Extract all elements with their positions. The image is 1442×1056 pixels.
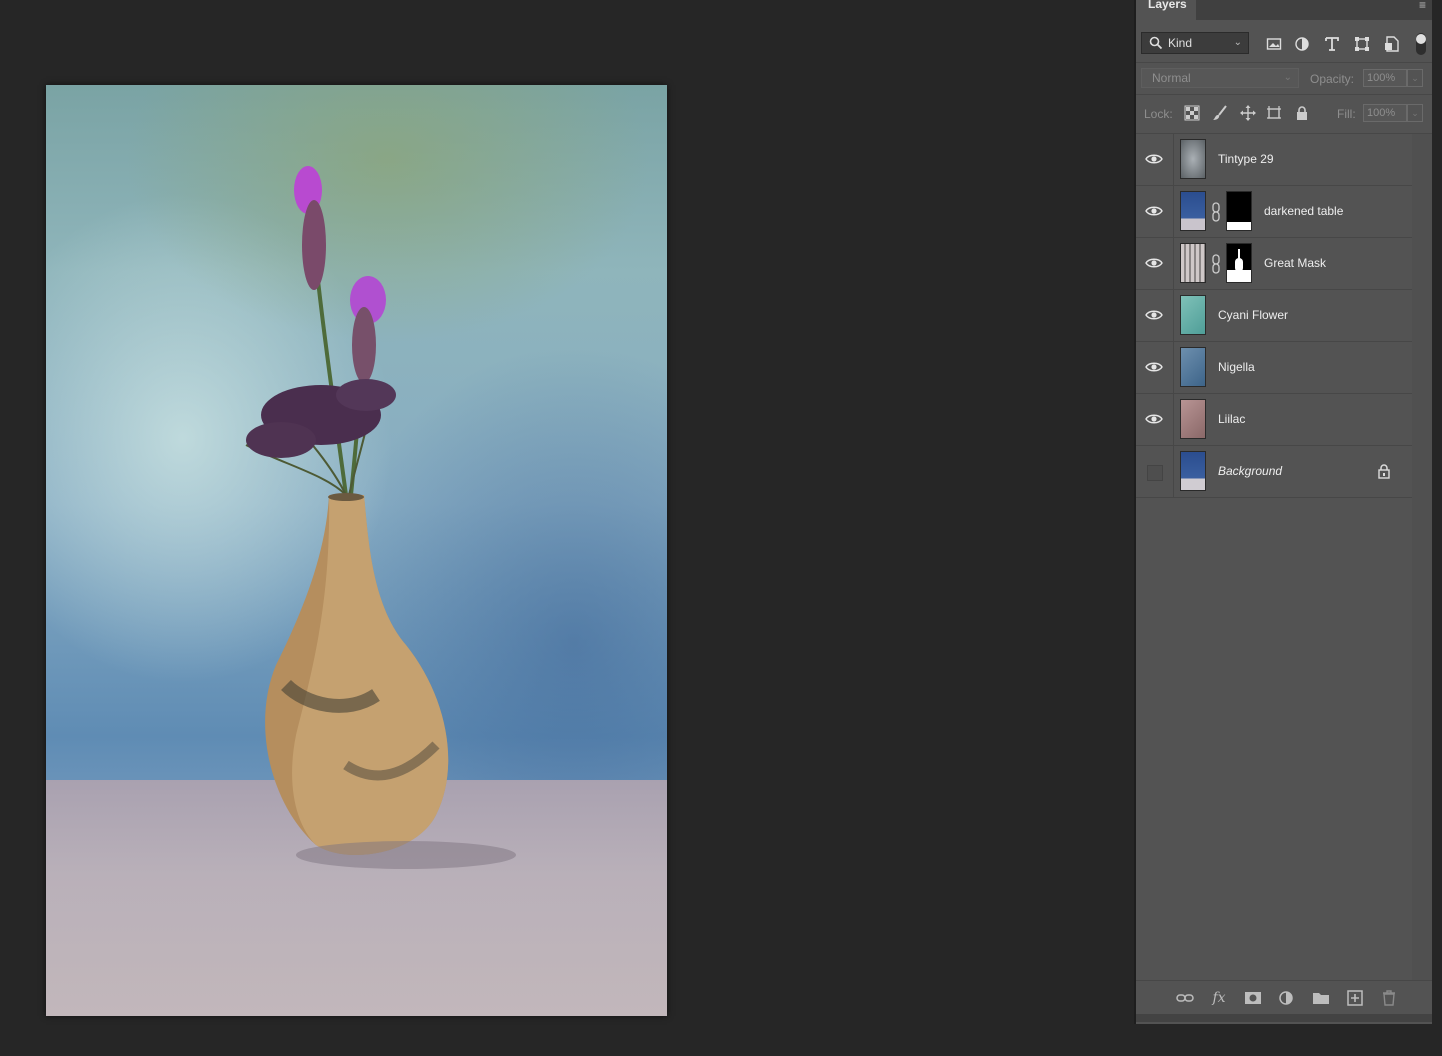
opacity-field[interactable]: 100%: [1363, 69, 1407, 87]
layer-mask-thumbnail[interactable]: [1226, 243, 1252, 283]
adjustment-filter-icon[interactable]: [1294, 36, 1310, 52]
mask-link-icon[interactable]: [1209, 201, 1223, 223]
layer-name: Great Mask: [1264, 256, 1327, 270]
lock-label: Lock:: [1144, 107, 1173, 121]
layer-thumbnail: [1180, 243, 1206, 283]
adjustment-layer-icon[interactable]: [1278, 990, 1296, 1006]
new-layer-icon[interactable]: [1346, 990, 1364, 1006]
layer-thumbnail: [1180, 191, 1206, 231]
fill-field[interactable]: 100%: [1363, 104, 1407, 122]
lock-all-icon[interactable]: [1294, 105, 1310, 121]
layer-name: Cyani Flower: [1218, 308, 1289, 322]
layers-panel-footer: fx: [1136, 980, 1432, 1014]
visibility-column: [1136, 238, 1174, 290]
pixel-layer-filter-icon[interactable]: [1266, 36, 1282, 52]
eye-icon[interactable]: [1145, 254, 1163, 272]
layers-scrollbar[interactable]: [1412, 134, 1432, 980]
layer-name: Background: [1218, 464, 1283, 478]
divider: [1136, 62, 1432, 63]
visibility-column: [1136, 134, 1174, 186]
opacity-label: Opacity:: [1310, 72, 1355, 86]
smart-object-filter-icon[interactable]: [1384, 36, 1400, 52]
layer-row[interactable]: Background: [1136, 446, 1412, 498]
panel-menu-icon[interactable]: ≡: [1419, 0, 1426, 12]
layers-panel: Layers ≡ Kind ⌄ Normal ⌄ Opacity: 100% ⌄…: [1134, 0, 1432, 1024]
divider: [1136, 94, 1432, 95]
layer-name: Nigella: [1218, 360, 1255, 374]
filter-kind-select[interactable]: Kind ⌄: [1141, 32, 1249, 54]
chevron-down-icon: ⌄: [1283, 72, 1292, 83]
mask-link-icon[interactable]: [1209, 253, 1223, 275]
layers-list: Tintype 29 darkened table Great Mask Cya…: [1136, 134, 1412, 498]
layer-row[interactable]: Liilac: [1136, 394, 1412, 446]
link-layers-icon[interactable]: [1176, 990, 1194, 1006]
lock-transparent-pixels-icon[interactable]: [1184, 105, 1200, 121]
chevron-down-icon: ⌄: [1233, 37, 1242, 48]
visibility-column: [1136, 446, 1174, 498]
layer-thumbnail: [1180, 295, 1206, 335]
layer-row[interactable]: Great Mask: [1136, 238, 1412, 290]
layer-name: darkened table: [1264, 204, 1344, 218]
visibility-column: [1136, 186, 1174, 238]
layer-filter-row: Kind ⌄: [1136, 30, 1432, 58]
visibility-column: [1136, 394, 1174, 446]
blend-row: Normal ⌄ Opacity: 100% ⌄: [1136, 66, 1432, 90]
filter-toggle-switch[interactable]: [1416, 33, 1426, 55]
eye-icon[interactable]: [1145, 150, 1163, 168]
opacity-dropdown-chevron-icon[interactable]: ⌄: [1407, 69, 1423, 87]
search-icon: [1149, 36, 1163, 50]
panel-resize-edge[interactable]: [1136, 1014, 1432, 1022]
lock-image-pixels-brush-icon[interactable]: [1212, 105, 1228, 121]
lock-icon: [1378, 464, 1390, 479]
layer-name: Tintype 29: [1218, 152, 1274, 166]
visibility-column: [1136, 290, 1174, 342]
visibility-toggle-off[interactable]: [1147, 465, 1163, 481]
fill-label: Fill:: [1337, 107, 1356, 121]
blend-mode-select[interactable]: Normal ⌄: [1141, 68, 1299, 88]
layer-row[interactable]: Cyani Flower: [1136, 290, 1412, 342]
layer-thumbnail: [1180, 347, 1206, 387]
lock-artboard-icon[interactable]: [1266, 105, 1282, 121]
layer-thumbnail: [1180, 399, 1206, 439]
layer-mask-thumbnail[interactable]: [1226, 191, 1252, 231]
eye-icon[interactable]: [1145, 358, 1163, 376]
layer-thumbnail: [1180, 139, 1206, 179]
eye-icon[interactable]: [1145, 202, 1163, 220]
layer-name: Liilac: [1218, 412, 1246, 426]
document-image[interactable]: [46, 85, 667, 1016]
eye-icon[interactable]: [1145, 306, 1163, 324]
layer-row[interactable]: Tintype 29: [1136, 134, 1412, 186]
canvas-area[interactable]: [0, 0, 1134, 1056]
delete-layer-icon[interactable]: [1380, 990, 1398, 1006]
shape-filter-icon[interactable]: [1354, 36, 1370, 52]
layer-row[interactable]: Nigella: [1136, 342, 1412, 394]
panel-tab-bar: Layers ≡: [1136, 0, 1432, 20]
blend-mode-value: Normal: [1152, 71, 1191, 85]
filter-kind-label: Kind: [1168, 36, 1193, 50]
fx-icon[interactable]: fx: [1210, 990, 1228, 1006]
tab-layers[interactable]: Layers: [1136, 0, 1196, 20]
layer-row[interactable]: darkened table: [1136, 186, 1412, 238]
eye-icon[interactable]: [1145, 410, 1163, 428]
fill-dropdown-chevron-icon[interactable]: ⌄: [1407, 104, 1423, 122]
image-vase-with-flowers: [245, 166, 516, 869]
new-group-icon[interactable]: [1312, 990, 1330, 1006]
lock-row: Lock: Fill: 100% ⌄: [1136, 100, 1432, 126]
visibility-column: [1136, 342, 1174, 394]
type-filter-icon[interactable]: [1324, 36, 1340, 52]
lock-position-move-icon[interactable]: [1240, 105, 1256, 121]
layer-thumbnail: [1180, 451, 1206, 491]
add-mask-icon[interactable]: [1244, 990, 1262, 1006]
